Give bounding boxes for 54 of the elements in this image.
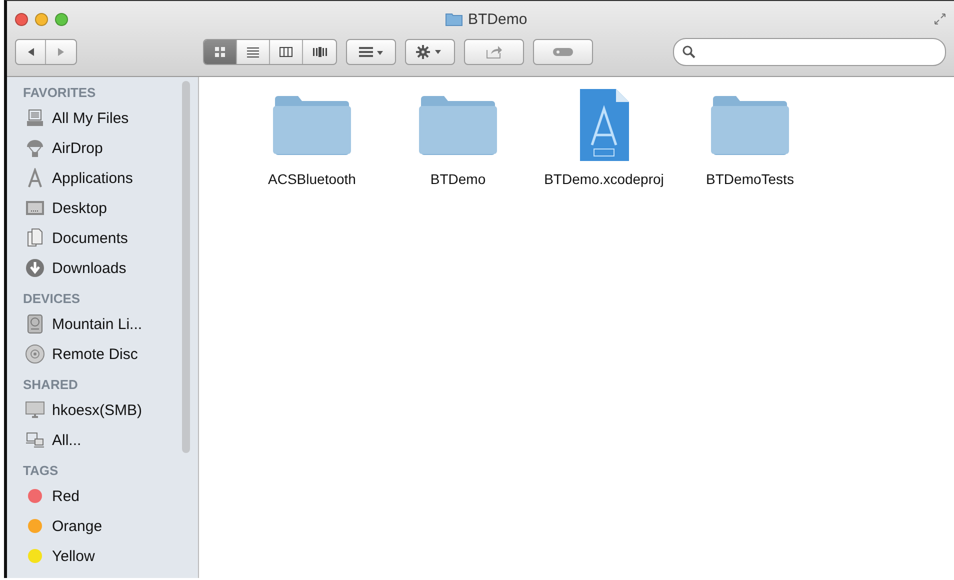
columns-icon (279, 46, 293, 58)
sidebar-item[interactable]: hkoesx(SMB) (25, 395, 180, 425)
forward-arrow-icon (56, 47, 66, 57)
sidebar-item[interactable]: Yellow (25, 541, 180, 571)
grid-icon (213, 46, 227, 58)
section-heading: SHARED (23, 377, 79, 394)
window-title: BTDemo (468, 10, 528, 28)
sidebar-item[interactable]: Remote Disc (25, 339, 180, 369)
monitor-icon (25, 400, 45, 420)
bars-icon (312, 46, 326, 58)
file-name: BTDemoTests (706, 171, 794, 187)
disc-icon (25, 344, 45, 364)
file-name: BTDemo (430, 171, 486, 187)
close-button[interactable] (15, 12, 28, 26)
sidebar-item[interactable]: Desktop (25, 193, 180, 223)
sidebar-item[interactable]: Orange (25, 511, 180, 541)
share-button[interactable] (464, 39, 524, 65)
sidebar-item[interactable]: Applications (25, 163, 180, 193)
download-icon (25, 258, 45, 278)
folder-icon (445, 12, 463, 26)
share-icon (485, 45, 503, 59)
drawer-icon (25, 108, 45, 128)
icons-view-button[interactable] (204, 40, 237, 64)
sidebar-item[interactable]: All... (25, 425, 180, 455)
sidebar-item[interactable]: AirDrop (25, 133, 180, 163)
sidebar-item[interactable]: Downloads (25, 253, 180, 283)
scrollbar-thumb[interactable] (182, 81, 190, 453)
parachute-icon (25, 138, 45, 158)
section-heading: TAGS (23, 463, 60, 480)
desktop-icon (25, 198, 45, 218)
network-icon (25, 430, 45, 450)
file-name: ACSBluetooth (268, 171, 356, 187)
arrange-button[interactable] (346, 39, 396, 65)
section-heading: FAVORITES (23, 85, 97, 102)
search-icon (682, 45, 696, 59)
document-icon (25, 228, 45, 248)
sidebar-item[interactable]: Mountain Li... (25, 309, 180, 339)
fullscreen-icon[interactable] (934, 13, 946, 25)
view-mode-control[interactable] (203, 39, 337, 65)
list-icon (246, 46, 260, 58)
minimize-button[interactable] (35, 12, 48, 26)
action-button[interactable] (405, 39, 455, 65)
tags-button[interactable] (533, 39, 593, 65)
sidebar-item[interactable]: Red (25, 481, 180, 511)
search-field[interactable] (673, 38, 946, 66)
sidebar-item[interactable]: All My Files (25, 103, 180, 133)
sidebar-item[interactable]: Documents (25, 223, 180, 253)
file-name: BTDemo.xcodeproj (544, 171, 664, 187)
back-arrow-icon (26, 47, 36, 57)
hard-drive-icon (25, 314, 45, 334)
gear-icon (416, 45, 444, 59)
section-heading: DEVICES (23, 291, 82, 308)
zoom-button[interactable] (55, 12, 68, 26)
grid-dropdown-icon (358, 46, 384, 58)
